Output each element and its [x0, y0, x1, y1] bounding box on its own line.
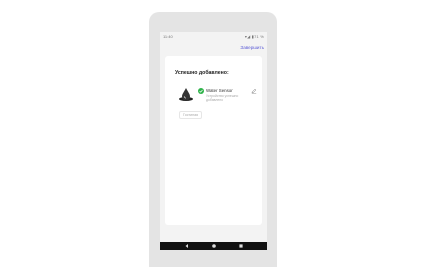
phone-screen: 11:40 ▾◢ ▮71 % Завершить Успешно добавле… — [160, 32, 267, 250]
check-icon — [198, 88, 204, 94]
back-icon[interactable] — [183, 242, 191, 250]
nav-bar — [160, 242, 267, 250]
finish-button[interactable]: Завершить — [240, 45, 264, 51]
status-bar: 11:40 ▾◢ ▮71 % — [160, 32, 267, 41]
device-name: Water Sensor — [206, 88, 233, 93]
room-chip[interactable]: Гостиная — [179, 111, 203, 119]
edit-icon[interactable] — [251, 88, 257, 94]
home-icon[interactable] — [210, 242, 218, 250]
card-title: Успешно добавлено: — [175, 70, 229, 76]
water-drop-sensor-icon — [179, 88, 193, 101]
device-subtitle: Устройство успешно добавлено — [206, 94, 239, 103]
recents-icon[interactable] — [237, 242, 245, 250]
status-icons: ▾◢ ▮71 % — [244, 34, 264, 39]
phone-frame: 11:40 ▾◢ ▮71 % Завершить Успешно добавле… — [149, 12, 277, 267]
status-time: 11:40 — [163, 34, 173, 39]
success-card: Успешно добавлено: Water Sensor Устройст… — [165, 56, 262, 225]
